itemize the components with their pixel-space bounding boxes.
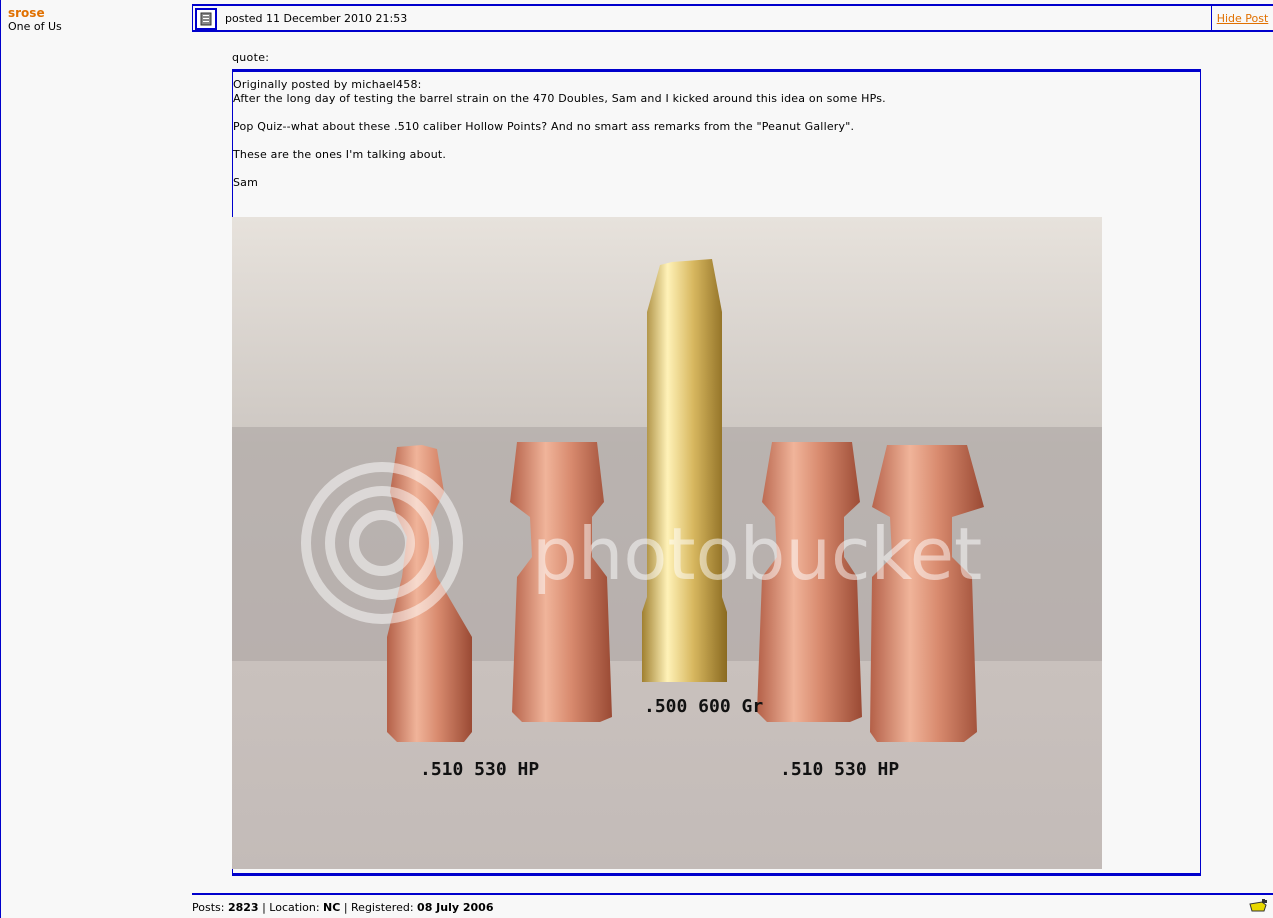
brass-bullet [642, 259, 727, 682]
photo-label-right: .510 530 HP [780, 759, 899, 780]
location-label: Location: [269, 901, 320, 914]
bullets-photo[interactable]: photobucket .510 530 HP .500 600 Gr .510… [232, 217, 1102, 869]
posts-count: 2823 [227, 901, 259, 914]
quote-line: These are the ones I'm talking about. [233, 148, 447, 161]
watermark-text: photobucket [532, 512, 982, 596]
hide-post-link[interactable]: Hide Post [1211, 6, 1273, 30]
posted-date: posted 11 December 2010 21:53 [225, 12, 408, 25]
separator: | [343, 901, 348, 914]
registered-date: 08 July 2006 [417, 901, 494, 914]
quote-line: Pop Quiz--what about these .510 caliber … [233, 120, 855, 133]
author-name[interactable]: srose [8, 7, 62, 20]
quote-label: quote: [232, 51, 270, 64]
registered-label: Registered: [351, 901, 414, 914]
photo-label-left: .510 530 HP [420, 759, 539, 780]
separator: | [262, 901, 266, 914]
author-block: srose One of Us [8, 7, 62, 34]
profile-icon[interactable] [1248, 899, 1268, 916]
user-stats: Posts: 2823 | Location: NC | Registered:… [192, 901, 494, 914]
photo-label-center: .500 600 Gr [644, 696, 763, 717]
quote-header: Originally posted by michael458: [233, 78, 422, 91]
page-left-border [0, 0, 1, 918]
location-value: NC [323, 901, 341, 914]
post-header: posted 11 December 2010 21:53 Hide Post [192, 4, 1273, 32]
author-title: One of Us [8, 20, 62, 33]
post-icon [195, 8, 217, 30]
quote-line: After the long day of testing the barrel… [233, 92, 886, 105]
quote-line: Sam [233, 176, 259, 189]
posts-label: Posts: [192, 901, 225, 914]
footer-divider [192, 893, 1273, 895]
quote-text: Originally posted by michael458: After t… [233, 78, 886, 204]
